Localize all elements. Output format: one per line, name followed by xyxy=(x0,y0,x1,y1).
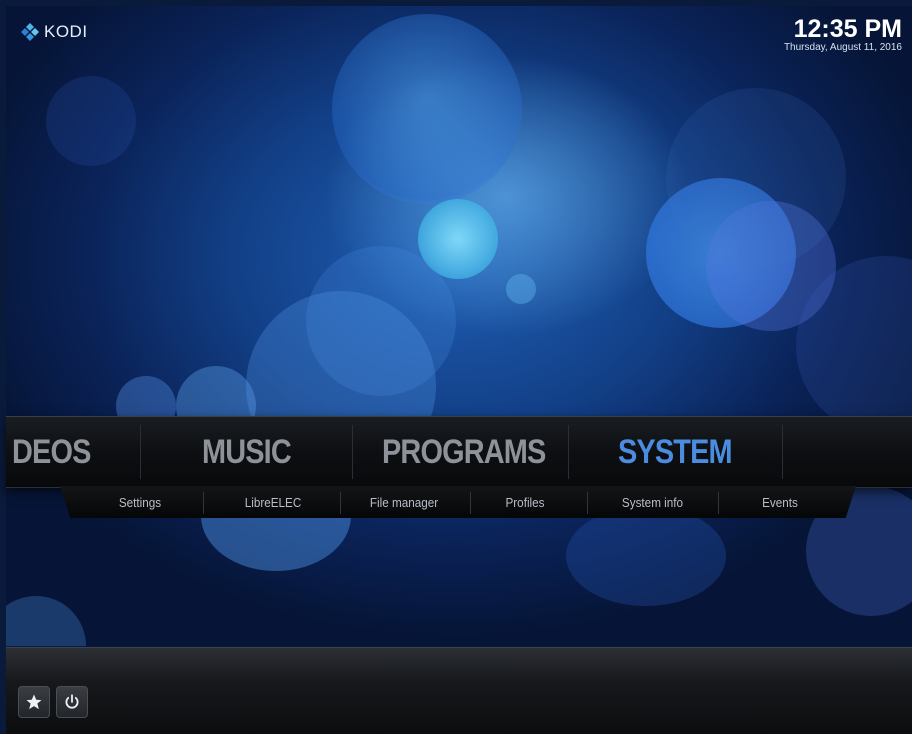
power-icon xyxy=(65,694,79,709)
submenu-item-file-manager[interactable]: File manager xyxy=(359,486,449,518)
submenu-separator xyxy=(470,492,471,514)
bottom-bar xyxy=(6,647,912,734)
submenu-item-profiles[interactable]: Profiles xyxy=(494,486,557,518)
favourites-button[interactable] xyxy=(18,686,50,718)
kodi-logo-icon xyxy=(21,23,39,41)
main-menu-item-system[interactable]: SYSTEM xyxy=(618,417,733,487)
clock: 12:35 PM Thursday, August 11, 2016 xyxy=(784,16,902,53)
bokeh-bubble xyxy=(6,596,86,646)
kodi-logo[interactable]: KODI xyxy=(20,22,88,42)
submenu-separator xyxy=(340,492,341,514)
menu-separator xyxy=(352,425,353,479)
menu-separator xyxy=(568,425,569,479)
bokeh-bubble xyxy=(666,88,846,268)
main-menu-item-programs[interactable]: PROGRAMS xyxy=(382,417,546,487)
menu-separator xyxy=(782,425,783,479)
background-wallpaper xyxy=(6,6,912,646)
submenu-item-libreelec[interactable]: LibreELEC xyxy=(233,486,314,518)
clock-time: 12:35 PM xyxy=(793,15,902,43)
submenu: Settings LibreELEC File manager Profiles… xyxy=(60,486,856,518)
menu-separator xyxy=(140,425,141,479)
submenu-item-settings[interactable]: Settings xyxy=(104,486,176,518)
logo-text: KODI xyxy=(44,22,88,41)
bokeh-bubble xyxy=(506,274,536,304)
star-icon xyxy=(26,694,42,710)
submenu-separator xyxy=(587,492,588,514)
clock-date: Thursday, August 11, 2016 xyxy=(783,42,902,53)
bokeh-bubble xyxy=(566,506,726,606)
top-bar: KODI 12:35 PM Thursday, August 11, 2016 xyxy=(6,6,912,66)
main-menu-item-videos[interactable]: DEOS xyxy=(12,417,91,487)
bokeh-bubble xyxy=(46,76,136,166)
submenu-separator xyxy=(718,492,719,514)
submenu-item-events[interactable]: Events xyxy=(753,486,807,518)
main-menu-item-music[interactable]: MUSIC xyxy=(202,417,292,487)
main-menu: DEOS MUSIC PROGRAMS SYSTEM xyxy=(6,416,912,488)
submenu-item-system-info[interactable]: System info xyxy=(610,486,696,518)
submenu-separator xyxy=(203,492,204,514)
power-button[interactable] xyxy=(56,686,88,718)
